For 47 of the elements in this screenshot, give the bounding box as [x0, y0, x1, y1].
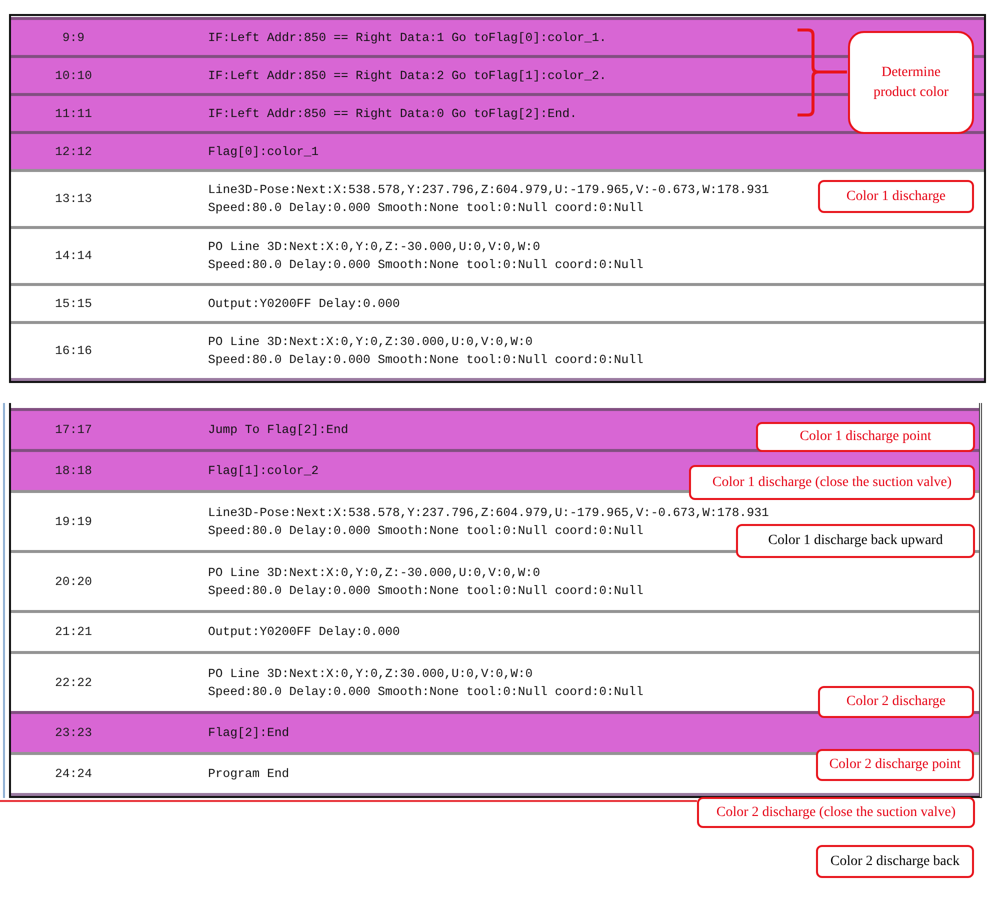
instruction-text: IF:Left Addr:850 == Right Data:0 Go toFlag[2]:End.	[208, 106, 577, 122]
line-number: 11:11	[55, 106, 92, 122]
instruction-text: PO Line 3D:Next:X:0,Y:0,Z:30.000,U:0,V:0,W:0	[208, 334, 533, 351]
line-number: 14:14	[55, 248, 92, 265]
annotation-tooltip: Color 2 discharge (close the suction valve)	[697, 797, 975, 828]
instruction-text: Flag[0]:color_1	[208, 144, 319, 160]
annotation-tooltip: Color 2 discharge point	[816, 749, 974, 781]
line-number: 10:10	[55, 68, 92, 84]
annotation-tooltip: Color 1 discharge (close the suction valve)	[689, 465, 975, 500]
line-number: 23:23	[55, 725, 92, 742]
annotation-tooltip: Color 2 discharge	[818, 686, 974, 718]
instruction-text: Speed:80.0 Delay:0.000 Smooth:None tool:0:Null coord:0:Null	[208, 522, 644, 540]
instruction-text: Speed:80.0 Delay:0.000 Smooth:None tool:0:Null coord:0:Null	[208, 684, 644, 700]
annotation-tooltip: Color 1 discharge back upward	[736, 524, 975, 558]
instruction-text: Flag[2]:End	[208, 725, 290, 742]
line-number: 12:12	[55, 144, 92, 160]
line-number: 13:13	[55, 191, 92, 208]
annotation-tooltip: Color 1 discharge point	[756, 422, 975, 452]
instruction-text: Speed:80.0 Delay:0.000 Smooth:None tool:0:Null coord:0:Null	[208, 352, 644, 369]
instruction-text: Jump To Flag[2]:End	[208, 422, 348, 439]
instruction-text: Program End	[208, 766, 290, 783]
instruction-text: Speed:80.0 Delay:0.000 Smooth:None tool:0:Null coord:0:Null	[208, 200, 644, 217]
instruction-text: PO Line 3D:Next:X:0,Y:0,Z:30.000,U:0,V:0,W:0	[208, 666, 533, 682]
line-number: 22:22	[55, 674, 92, 692]
instruction-text: Speed:80.0 Delay:0.000 Smooth:None tool:0:Null coord:0:Null	[208, 582, 644, 600]
line-number: 17:17	[55, 422, 92, 439]
annotation-tooltip: Color 2 discharge back	[816, 845, 974, 878]
line-number: 24:24	[55, 766, 92, 783]
annotation-tooltip: Determine product color	[848, 31, 974, 134]
instruction-text: Output:Y0200FF Delay:0.000	[208, 624, 400, 641]
instruction-text: IF:Left Addr:850 == Right Data:2 Go toFlag[1]:color_2.	[208, 68, 606, 84]
line-number: 15:15	[55, 296, 92, 312]
instruction-text: Flag[1]:color_2	[208, 463, 319, 480]
instruction-text: Speed:80.0 Delay:0.000 Smooth:None tool:0:Null coord:0:Null	[208, 257, 644, 274]
line-number: 21:21	[55, 624, 92, 641]
line-number: 19:19	[55, 514, 92, 530]
instruction-text: IF:Left Addr:850 == Right Data:1 Go toFlag[0]:color_1.	[208, 30, 606, 46]
line-number: 16:16	[55, 343, 92, 360]
instruction-text: Output:Y0200FF Delay:0.000	[208, 296, 400, 312]
instruction-text: PO Line 3D:Next:X:0,Y:0,Z:-30.000,U:0,V:0,W:0	[208, 564, 540, 582]
instruction-text: Line3D-Pose:Next:X:538.578,Y:237.796,Z:604.979,U:-179.965,V:-0.673,W:178.931	[208, 504, 769, 522]
line-number: 18:18	[55, 463, 92, 480]
instruction-text: Line3D-Pose:Next:X:538.578,Y:237.796,Z:604.979,U:-179.965,V:-0.673,W:178.931	[208, 182, 769, 199]
line-number: 20:20	[55, 574, 92, 590]
annotation-tooltip: Color 1 discharge	[818, 180, 974, 213]
instruction-text: PO Line 3D:Next:X:0,Y:0,Z:-30.000,U:0,V:0,W:0	[208, 239, 540, 256]
line-number: 9:9	[62, 30, 85, 46]
